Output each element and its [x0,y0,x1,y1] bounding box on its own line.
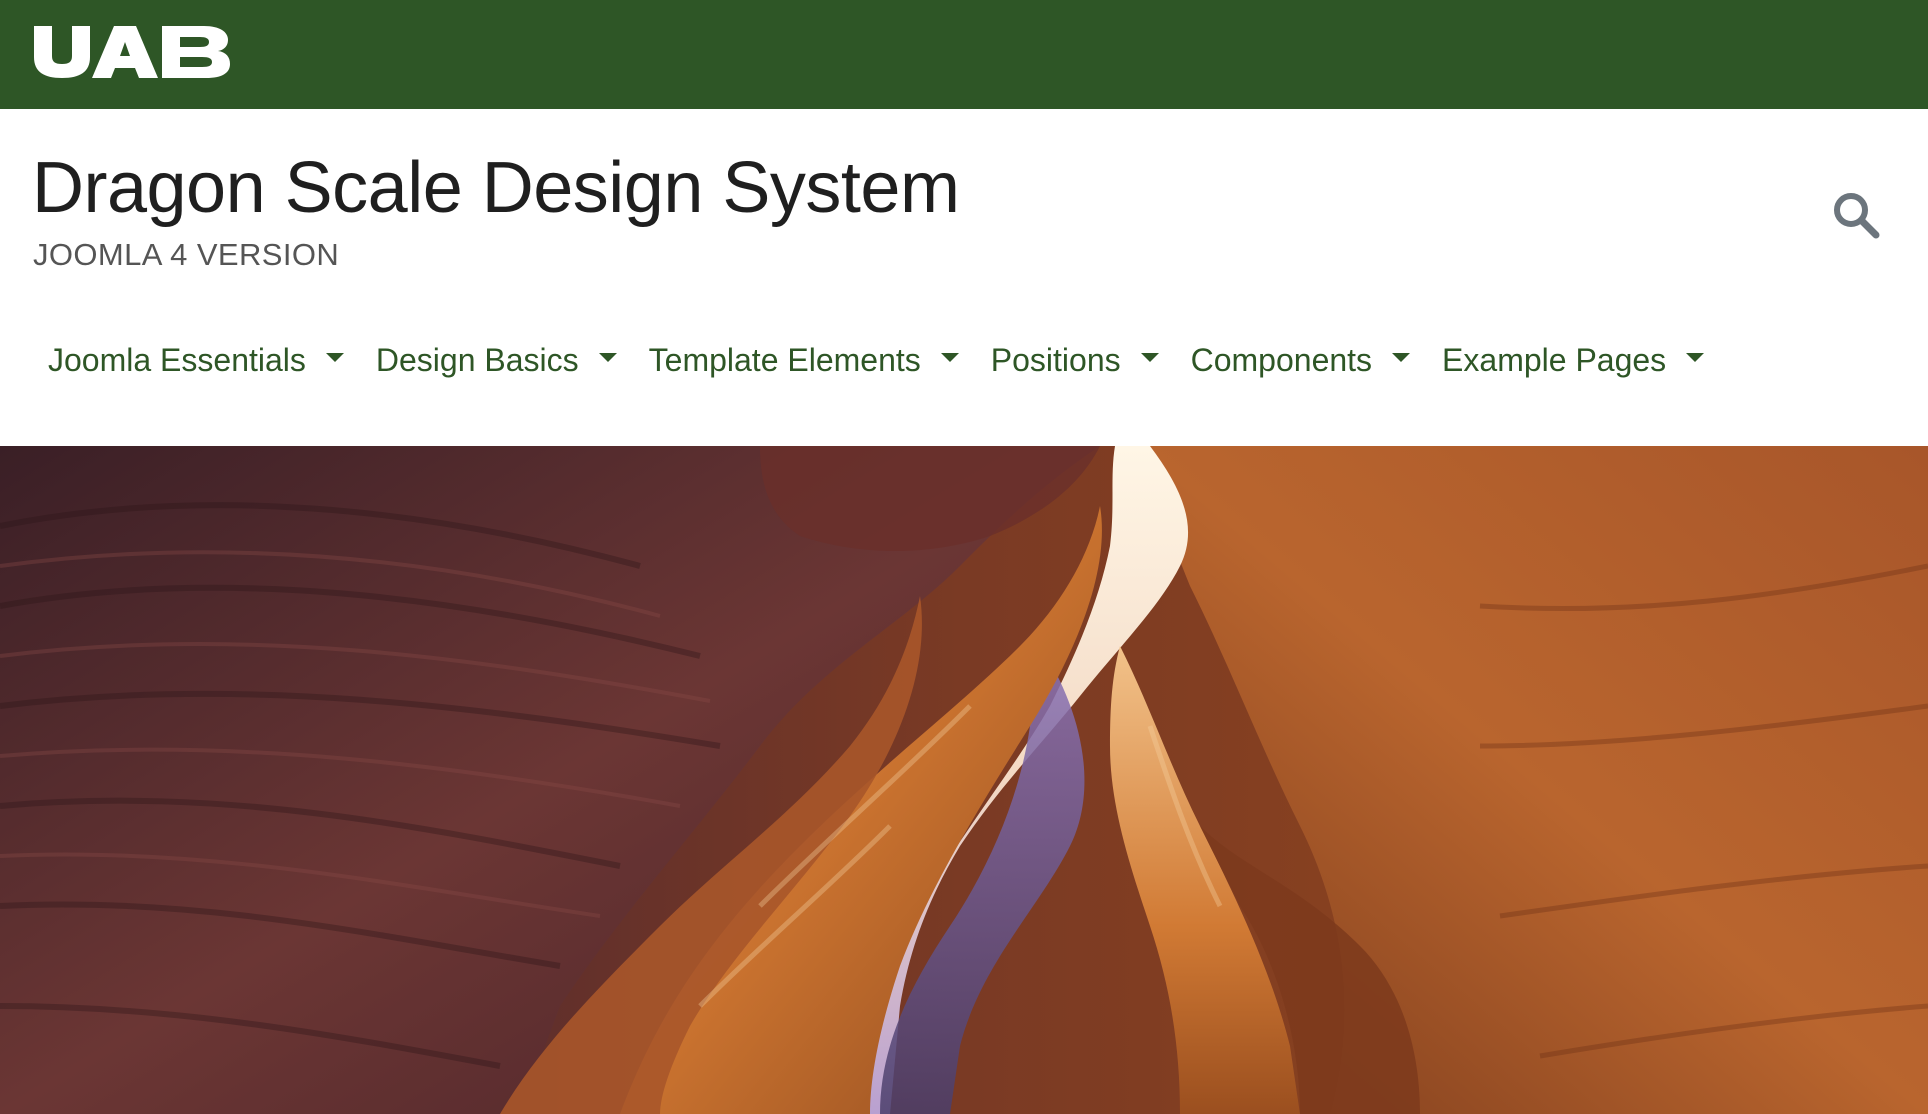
nav-item-design-basics[interactable]: Design Basics [360,327,633,393]
nav-item-positions[interactable]: Positions [975,327,1175,393]
nav-item-components[interactable]: Components [1175,327,1426,393]
site-subtitle: JOOMLA 4 VERSION [33,237,340,272]
top-brand-bar [0,0,1928,109]
nav-item-joomla-essentials[interactable]: Joomla Essentials [32,327,360,393]
main-navigation: Joomla Essentials Design Basics Template… [32,327,1720,393]
nav-item-example-pages[interactable]: Example Pages [1426,327,1720,393]
caret-down-icon [598,352,617,362]
caret-down-icon [1392,352,1411,362]
search-icon [1834,193,1880,239]
site-header: Dragon Scale Design System JOOMLA 4 VERS… [0,109,1928,446]
hero-image [0,446,1928,1114]
caret-down-icon [940,352,959,362]
nav-item-label: Positions [990,341,1121,378]
nav-item-template-elements[interactable]: Template Elements [633,327,975,393]
nav-item-label: Example Pages [1442,341,1667,378]
caret-down-icon [325,352,344,362]
nav-item-label: Joomla Essentials [48,341,306,378]
caret-down-icon [1686,352,1705,362]
nav-item-label: Design Basics [375,341,579,378]
caret-down-icon [1140,352,1159,362]
search-button[interactable] [1826,185,1886,245]
nav-item-label: Template Elements [648,341,921,378]
uab-logo [34,26,230,78]
page-title[interactable]: Dragon Scale Design System [32,147,960,229]
nav-item-label: Components [1190,341,1373,378]
canyon-photo [0,446,1928,1114]
